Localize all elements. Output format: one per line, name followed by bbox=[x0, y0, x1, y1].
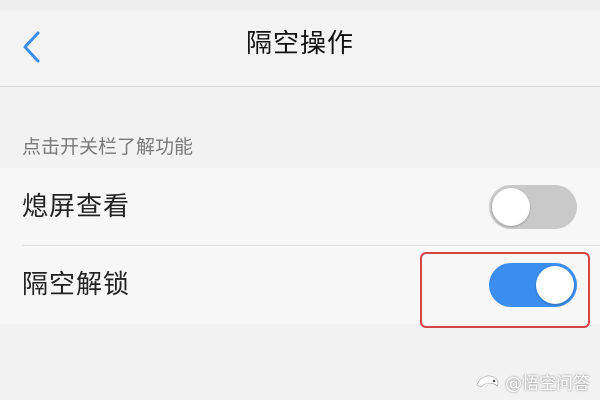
setting-row-screen-off-view[interactable]: 熄屏查看 bbox=[0, 168, 600, 246]
wukong-logo-icon bbox=[476, 375, 499, 387]
screen-off-view-toggle[interactable] bbox=[489, 185, 577, 229]
setting-label: 熄屏查看 bbox=[22, 192, 131, 222]
section-hint: 点击开关栏了解功能 bbox=[22, 136, 194, 158]
app-screen: 隔空操作 点击开关栏了解功能 熄屏查看 隔空解锁 @悟空问答 bbox=[0, 0, 600, 400]
setting-label: 隔空解锁 bbox=[22, 270, 131, 300]
watermark-text: @悟空问答 bbox=[505, 374, 590, 394]
watermark: @悟空问答 bbox=[475, 369, 590, 394]
toggle-knob bbox=[492, 188, 530, 226]
navigation-bar: 隔空操作 bbox=[0, 10, 600, 87]
highlight-annotation-box bbox=[420, 252, 590, 328]
page-title: 隔空操作 bbox=[245, 29, 354, 59]
status-bar-strip bbox=[0, 0, 600, 10]
